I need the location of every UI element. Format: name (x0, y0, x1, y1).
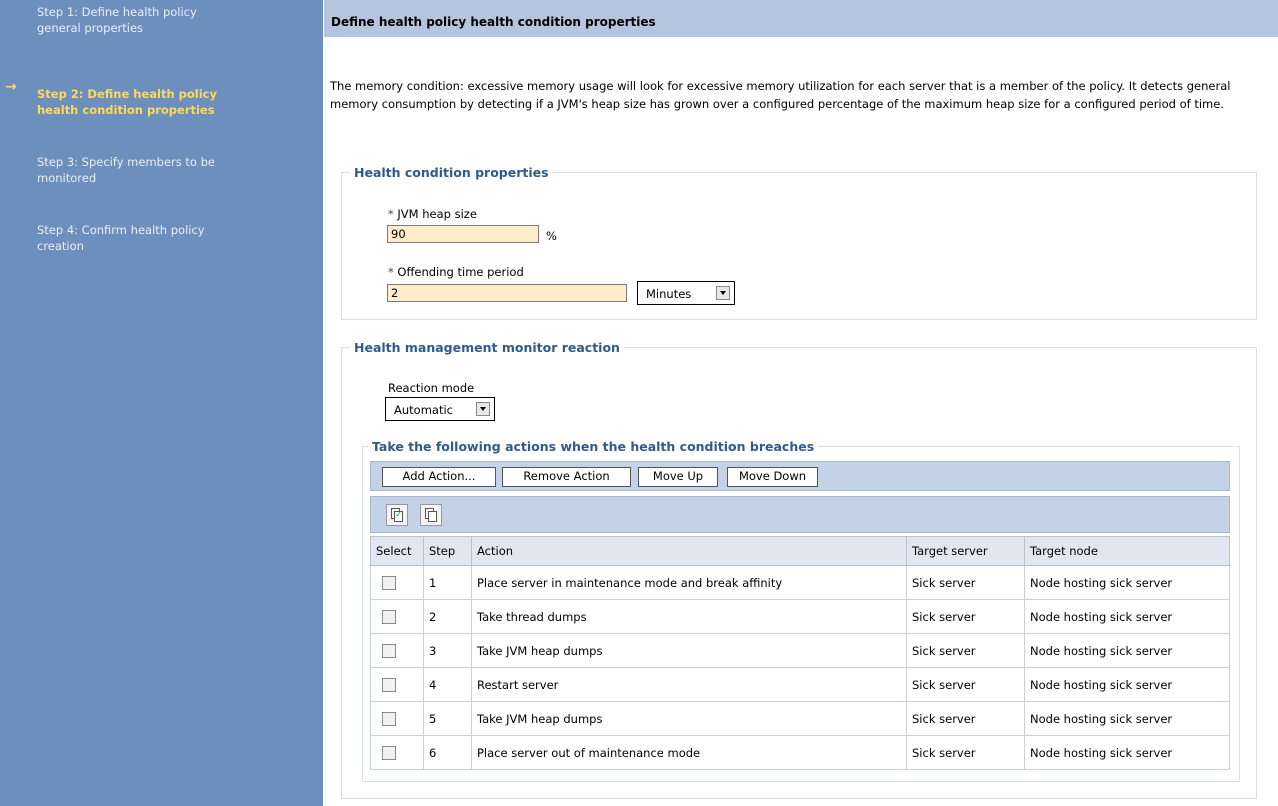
reaction-mode-value: Automatic (394, 403, 453, 417)
action-cell: Take JVM heap dumps (471, 633, 907, 668)
step-cell: 6 (423, 735, 472, 770)
remove-action-button[interactable]: Remove Action (502, 467, 631, 487)
target-node-cell: Node hosting sick server (1024, 599, 1230, 634)
page-title: Define health policy health condition pr… (331, 15, 656, 29)
column-header-action: Action (471, 536, 907, 566)
move-down-button[interactable]: Move Down (727, 467, 818, 487)
wizard-step-3[interactable]: Step 3: Specify members to be monitored (37, 154, 237, 186)
reaction-mode-label: Reaction mode (388, 381, 475, 395)
period-unit-select[interactable]: Minutes (637, 281, 735, 305)
wizard-step-2: Step 2: Define health policy health cond… (37, 87, 217, 117)
health-condition-legend: Health condition properties (350, 165, 553, 180)
row-checkbox[interactable] (382, 609, 396, 624)
target-server-cell: Sick server (906, 565, 1025, 600)
select-all-icon[interactable]: ✓ (386, 504, 408, 526)
column-header-target-node: Target node (1024, 536, 1230, 566)
period-label-row: * Offending time period (388, 265, 524, 279)
action-cell: Place server out of maintenance mode (471, 735, 907, 770)
select-cell (370, 633, 424, 668)
wizard-step-4[interactable]: Step 4: Confirm health policy creation (37, 222, 237, 254)
wizard-step-1[interactable]: Step 1: Define health policy general pro… (37, 4, 237, 36)
select-cell (370, 667, 424, 702)
target-server-cell: Sick server (906, 701, 1025, 736)
row-checkbox[interactable] (382, 711, 396, 726)
actions-toolbar: Add Action... Remove Action Move Up Move… (370, 461, 1230, 491)
actions-legend: Take the following actions when the heal… (368, 439, 819, 454)
heap-unit-label: % (546, 229, 557, 243)
target-node-cell: Node hosting sick server (1024, 701, 1230, 736)
column-header-select: Select (370, 536, 424, 566)
period-unit-value: Minutes (646, 287, 692, 301)
target-server-cell: Sick server (906, 735, 1025, 770)
select-cell (370, 735, 424, 770)
table-row: 6 Place server out of maintenance mode S… (370, 735, 1230, 770)
step-cell: 3 (423, 633, 472, 668)
move-up-button[interactable]: Move Up (638, 467, 718, 487)
add-action-button[interactable]: Add Action... (382, 467, 496, 487)
row-checkbox[interactable] (382, 643, 396, 658)
select-cell (370, 701, 424, 736)
heap-size-label-row: * JVM heap size (388, 207, 477, 221)
step-cell: 4 (423, 667, 472, 702)
step-cell: 2 (423, 599, 472, 634)
condition-description: The memory condition: excessive memory u… (330, 79, 1231, 111)
offending-period-input[interactable]: 2 (387, 284, 627, 302)
step-cell: 5 (423, 701, 472, 736)
offending-period-label: Offending time period (397, 265, 524, 279)
current-step-arrow-icon: → (5, 79, 17, 95)
column-header-target-server: Target server (906, 536, 1025, 566)
chevron-down-icon (476, 402, 490, 416)
heap-size-label: JVM heap size (397, 207, 477, 221)
required-marker-icon: * (388, 265, 394, 279)
deselect-all-icon[interactable] (420, 504, 442, 526)
page-title-bar: Define health policy health condition pr… (324, 0, 1278, 37)
required-marker-icon: * (388, 207, 394, 221)
select-cell (370, 565, 424, 600)
heap-size-input[interactable]: 90 (387, 225, 539, 243)
actions-table: Select Step Action Target server Target … (370, 536, 1230, 770)
target-server-cell: Sick server (906, 599, 1025, 634)
row-checkbox[interactable] (382, 575, 396, 590)
table-row: 1 Place server in maintenance mode and b… (370, 565, 1230, 600)
wizard-sidebar: Step 1: Define health policy general pro… (0, 0, 323, 806)
table-row: 5 Take JVM heap dumps Sick server Node h… (370, 701, 1230, 736)
selection-icon-bar: ✓ (370, 496, 1230, 533)
action-cell: Take JVM heap dumps (471, 701, 907, 736)
target-node-cell: Node hosting sick server (1024, 565, 1230, 600)
action-cell: Place server in maintenance mode and bre… (471, 565, 907, 600)
target-node-cell: Node hosting sick server (1024, 633, 1230, 668)
table-row: 2 Take thread dumps Sick server Node hos… (370, 599, 1230, 634)
table-header-row: Select Step Action Target server Target … (370, 536, 1230, 566)
select-cell (370, 599, 424, 634)
chevron-down-icon (716, 286, 730, 300)
step-cell: 1 (423, 565, 472, 600)
action-cell: Restart server (471, 667, 907, 702)
action-cell: Take thread dumps (471, 599, 907, 634)
table-row: 3 Take JVM heap dumps Sick server Node h… (370, 633, 1230, 668)
row-checkbox[interactable] (382, 677, 396, 692)
table-row: 4 Restart server Sick server Node hostin… (370, 667, 1230, 702)
target-node-cell: Node hosting sick server (1024, 667, 1230, 702)
row-checkbox[interactable] (382, 745, 396, 760)
reaction-mode-select[interactable]: Automatic (385, 397, 495, 421)
monitor-reaction-legend: Health management monitor reaction (350, 340, 624, 355)
target-server-cell: Sick server (906, 633, 1025, 668)
column-header-step: Step (423, 536, 472, 566)
target-node-cell: Node hosting sick server (1024, 735, 1230, 770)
target-server-cell: Sick server (906, 667, 1025, 702)
